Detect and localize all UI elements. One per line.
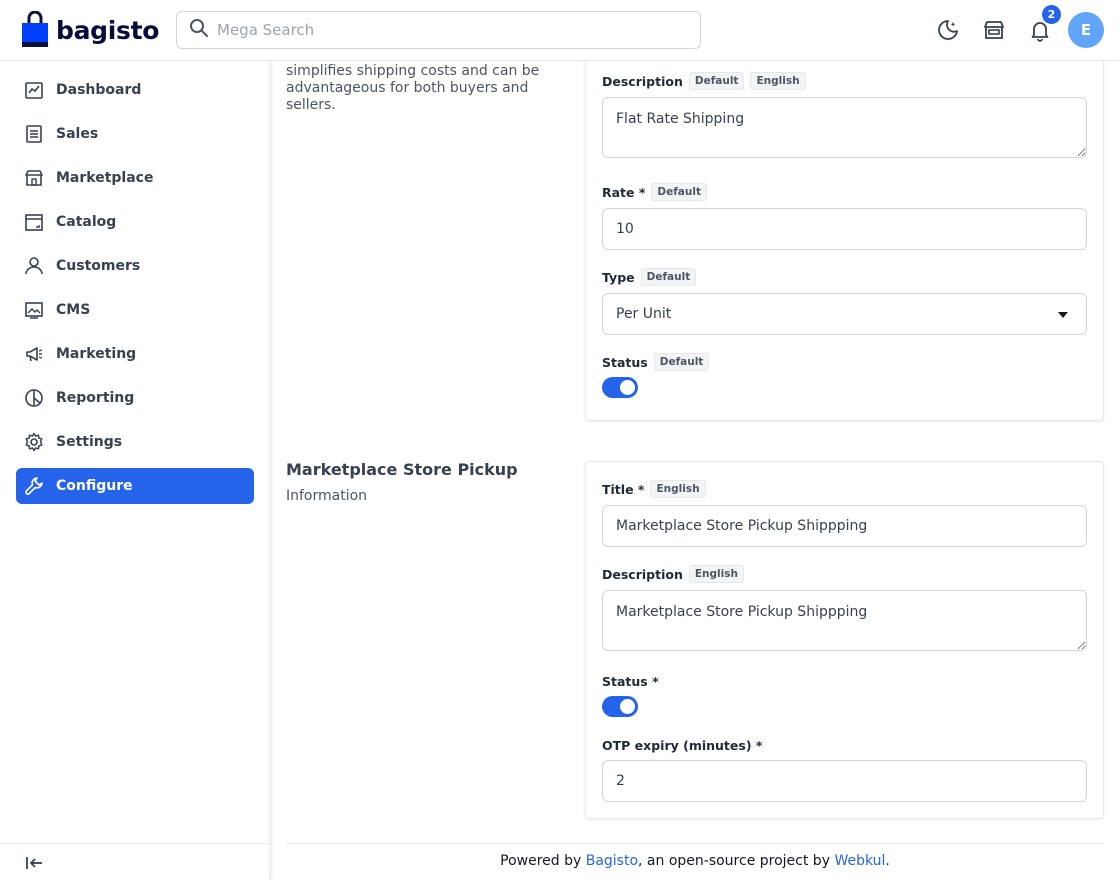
description-label: Description Default English bbox=[602, 72, 806, 90]
search-input[interactable] bbox=[217, 21, 657, 39]
type-label: Type Default bbox=[602, 268, 697, 286]
sidebar-item-label: Settings bbox=[56, 434, 123, 450]
sidebar-item-customers[interactable]: Customers bbox=[16, 248, 254, 284]
status-label: Status * bbox=[602, 674, 659, 689]
default-tag: Default bbox=[688, 72, 745, 90]
sidebar-item-dashboard[interactable]: Dashboard bbox=[16, 72, 254, 108]
sidebar-item-label: Marketing bbox=[56, 346, 137, 362]
default-tag: Default bbox=[640, 268, 697, 286]
store-pickup-title-input[interactable] bbox=[602, 505, 1087, 547]
storefront-icon[interactable] bbox=[981, 17, 1007, 43]
reporting-icon bbox=[23, 387, 45, 409]
flat-rate-description-input[interactable]: Flat Rate Shipping bbox=[602, 97, 1087, 158]
sidebar-item-label: Sales bbox=[56, 126, 99, 142]
store-pickup-section-subtitle: Information bbox=[286, 488, 368, 504]
store-pickup-status-toggle[interactable] bbox=[602, 696, 638, 717]
mega-search[interactable] bbox=[176, 11, 701, 49]
sidebar-item-label: Catalog bbox=[56, 214, 117, 230]
user-avatar[interactable]: E bbox=[1068, 12, 1104, 48]
collapse-sidebar-icon[interactable] bbox=[22, 851, 46, 875]
flat-rate-type-select[interactable]: Per Unit bbox=[602, 293, 1087, 335]
top-header: bagisto 2 E bbox=[0, 0, 1120, 61]
description-label: Description English bbox=[602, 565, 744, 583]
sidebar-item-label: Dashboard bbox=[56, 82, 142, 98]
catalog-icon bbox=[23, 211, 45, 233]
sidebar-item-label: Reporting bbox=[56, 390, 135, 406]
dashboard-icon bbox=[23, 79, 45, 101]
status-label: Status Default bbox=[602, 353, 710, 371]
notification-count-badge: 2 bbox=[1042, 5, 1061, 24]
sidebar-item-label: Configure bbox=[56, 478, 133, 494]
sidebar-item-marketing[interactable]: Marketing bbox=[16, 336, 254, 372]
sidebar-item-label: CMS bbox=[56, 302, 91, 318]
sidebar: Dashboard Sales Marketplace Catalog Cust… bbox=[0, 61, 270, 880]
dark-mode-icon[interactable] bbox=[935, 17, 961, 43]
configure-icon bbox=[23, 475, 45, 497]
marketing-icon bbox=[23, 343, 45, 365]
chevron-down-icon bbox=[1058, 312, 1068, 318]
sidebar-item-configure[interactable]: Configure bbox=[16, 468, 254, 504]
webkul-link[interactable]: Webkul bbox=[834, 853, 885, 869]
sidebar-item-cms[interactable]: CMS bbox=[16, 292, 254, 328]
settings-icon bbox=[23, 431, 45, 453]
brand-name: bagisto bbox=[56, 15, 160, 45]
sidebar-item-sales[interactable]: Sales bbox=[16, 116, 254, 152]
rate-label: Rate * Default bbox=[602, 183, 707, 201]
title-label: Title * English bbox=[602, 480, 706, 498]
locale-tag: English bbox=[688, 565, 744, 583]
customers-icon bbox=[23, 255, 45, 277]
sidebar-item-label: Marketplace bbox=[56, 170, 154, 186]
flat-rate-rate-input[interactable] bbox=[602, 208, 1087, 250]
store-pickup-description-input[interactable]: Marketplace Store Pickup Shippping bbox=[602, 590, 1087, 651]
sales-icon bbox=[23, 123, 45, 145]
flat-rate-section-description: simplifies shipping costs and can be adv… bbox=[286, 63, 540, 113]
sidebar-item-settings[interactable]: Settings bbox=[16, 424, 254, 460]
footer: Powered by Bagisto, an open-source proje… bbox=[500, 853, 890, 869]
locale-tag: English bbox=[750, 72, 806, 90]
sidebar-item-marketplace[interactable]: Marketplace bbox=[16, 160, 254, 196]
default-tag: Default bbox=[651, 183, 707, 201]
flat-rate-status-toggle[interactable] bbox=[602, 377, 638, 398]
store-pickup-section-title: Marketplace Store Pickup bbox=[286, 460, 518, 479]
brand-logo[interactable]: bagisto bbox=[20, 10, 160, 49]
locale-tag: English bbox=[650, 480, 706, 498]
shopping-bag-icon bbox=[20, 10, 50, 49]
footer-divider bbox=[286, 843, 1104, 844]
otp-expiry-input[interactable] bbox=[602, 760, 1087, 802]
otp-expiry-label: OTP expiry (minutes) * bbox=[602, 738, 763, 753]
sidebar-item-reporting[interactable]: Reporting bbox=[16, 380, 254, 416]
sidebar-item-catalog[interactable]: Catalog bbox=[16, 204, 254, 240]
sidebar-item-label: Customers bbox=[56, 258, 141, 274]
store-icon bbox=[23, 167, 45, 189]
cms-icon bbox=[23, 299, 45, 321]
sidebar-divider bbox=[0, 843, 270, 844]
bagisto-link[interactable]: Bagisto bbox=[586, 853, 638, 869]
default-tag: Default bbox=[653, 353, 710, 371]
search-icon bbox=[189, 18, 209, 42]
